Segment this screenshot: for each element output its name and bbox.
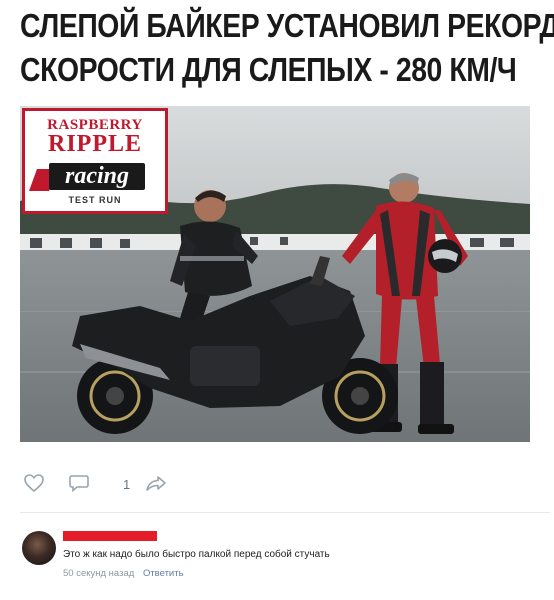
raspberry-ripple-logo: RASPBERRY RIPPLE racing TEST RUN [22,108,168,214]
headline-line-1: СЛЕПОЙ БАЙКЕР УСТАНОВИЛ РЕКОРД [20,7,554,44]
comment-text: Это ж как надо было быстро палкой перед … [63,549,330,560]
comment-timestamp[interactable]: 50 секунд назад [63,568,134,579]
logo-text-racing: racing [49,163,145,190]
comment-count: 1 [123,477,131,492]
reply-link[interactable]: Ответить [143,568,184,579]
speech-bubble-icon [69,475,89,493]
logo-text-test-run: TEST RUN [68,195,122,205]
comments-divider [20,512,550,513]
like-button[interactable] [23,473,45,493]
post-headline: СЛЕПОЙ БАЙКЕР УСТАНОВИЛ РЕКОРД СКОРОСТИ … [20,4,554,92]
logo-text-ripple: RIPPLE [47,131,142,157]
commenter-avatar[interactable] [22,531,56,565]
comment-meta: 50 секунд назад Ответить [63,568,184,579]
heart-icon [24,474,44,493]
share-button[interactable] [145,474,167,492]
post-actions-bar: 1 [20,470,220,498]
comment-button[interactable] [68,473,90,493]
redacted-author-name [63,531,157,541]
headline-line-2: СКОРОСТИ ДЛЯ СЛЕПЫХ - 280 КМ/Ч [20,51,517,88]
share-arrow-icon [146,476,166,491]
